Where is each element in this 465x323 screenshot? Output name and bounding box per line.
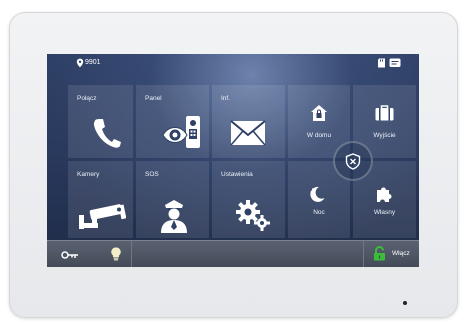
tile-label-ustawienia: Ustawienia: [221, 171, 253, 178]
lightbulb-icon[interactable]: [111, 247, 121, 261]
tile-ustawienia[interactable]: Ustawienia: [212, 161, 285, 238]
envelope-icon: [230, 120, 266, 146]
cctv-camera-icon: [79, 204, 126, 229]
tile-kamery[interactable]: Kamery: [68, 161, 133, 238]
tile-panel[interactable]: Panel: [136, 85, 209, 158]
key-icon[interactable]: [61, 251, 79, 259]
shield-icon: [345, 153, 361, 170]
arm-disarm-button[interactable]: [333, 141, 373, 181]
tile-label-kamery: Kamery: [77, 171, 100, 178]
tile-polacz[interactable]: Połącz: [68, 85, 133, 158]
message-icon[interactable]: [389, 58, 401, 68]
padlock-icon: [374, 246, 385, 261]
unlock-button[interactable]: Włącz: [365, 241, 419, 267]
home-lock-icon: [311, 105, 327, 121]
sd-card-icon: [378, 58, 385, 68]
room-number: 9901: [85, 59, 101, 66]
bottom-bar-separator: [131, 241, 132, 267]
phone-icon: [93, 119, 121, 148]
puzzle-icon: [377, 187, 392, 202]
tile-label-sos: SOS: [145, 171, 159, 178]
door-panel-camera-icon: [162, 116, 200, 148]
status-bar: 9901: [47, 54, 419, 72]
mode-label-wlasny: Własny: [373, 209, 396, 216]
briefcase-icon: [375, 105, 394, 121]
gears-icon: [236, 200, 270, 231]
mode-label-noc: Noc: [313, 209, 325, 216]
intercom-screen: 9901 Połącz Panel Inf. Kamery SOS Ustawi…: [47, 54, 419, 267]
tile-label-panel: Panel: [145, 95, 162, 102]
moon-icon: [310, 186, 325, 202]
status-led: [403, 301, 407, 305]
bottom-bar: Włącz: [47, 240, 419, 267]
tile-label-inf: Inf.: [221, 95, 231, 102]
location-pin-icon: [76, 58, 84, 68]
mode-label-wyjscie: Wyjście: [373, 132, 396, 139]
tile-inf[interactable]: Inf.: [212, 85, 285, 158]
security-guard-icon: [161, 200, 187, 233]
mode-label-w-domu: W domu: [306, 132, 332, 139]
bottom-bar-separator: [363, 241, 364, 267]
tile-label-polacz: Połącz: [77, 95, 97, 102]
unlock-label: Włącz: [392, 250, 410, 257]
tile-sos[interactable]: SOS: [136, 161, 209, 238]
